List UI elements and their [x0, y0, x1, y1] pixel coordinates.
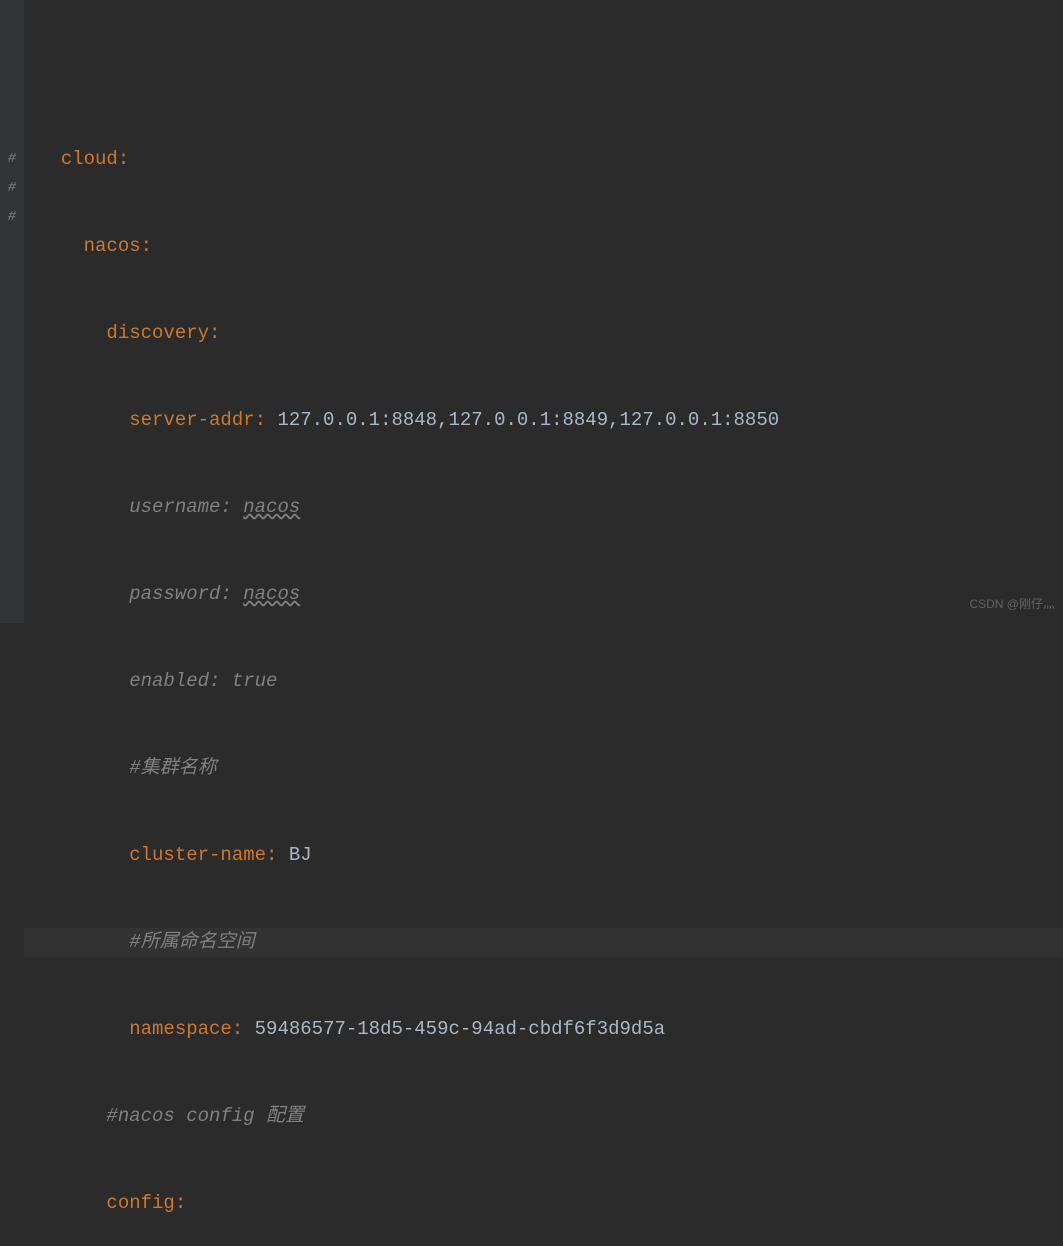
comment: #集群名称 — [129, 757, 216, 779]
yaml-key: server-addr — [129, 409, 254, 431]
code-line: config: — [24, 1189, 1063, 1218]
code-line: #集群名称 — [24, 754, 1063, 783]
yaml-key: config — [106, 1192, 174, 1214]
yaml-key: cloud — [61, 148, 118, 170]
comment: #所属命名空间 — [129, 931, 254, 953]
yaml-key: namespace — [129, 1018, 232, 1040]
comment: password: nacos — [38, 583, 300, 605]
comment: #nacos config 配置 — [106, 1105, 304, 1127]
code-line: namespace: 59486577-18d5-459c-94ad-cbdf6… — [24, 1015, 1063, 1044]
yaml-key: discovery — [106, 322, 209, 344]
code-line: #nacos config 配置 — [24, 1102, 1063, 1131]
yaml-value: BJ — [289, 844, 312, 866]
gutter-comment-mark: # — [0, 174, 24, 203]
gutter: # # # — [0, 0, 24, 623]
yaml-key: cluster-name — [129, 844, 266, 866]
watermark: CSDN @刚仔灬 — [969, 590, 1055, 619]
code-line: discovery: — [24, 319, 1063, 348]
code-line: cloud: — [24, 145, 1063, 174]
gutter-comment-mark: # — [0, 203, 24, 232]
code-line-highlighted: #所属命名空间 — [24, 928, 1063, 957]
comment: enabled: true — [38, 670, 277, 692]
comment: username: nacos — [38, 496, 300, 518]
code-line-commented: password: nacos — [24, 580, 1063, 609]
yaml-key: nacos — [84, 235, 141, 257]
code-line — [24, 58, 1063, 87]
code-editor[interactable]: cloud: nacos: discovery: server-addr: 12… — [24, 0, 1063, 1246]
yaml-value: 127.0.0.1:8848,127.0.0.1:8849,127.0.0.1:… — [277, 409, 779, 431]
code-line: nacos: — [24, 232, 1063, 261]
code-line: cluster-name: BJ — [24, 841, 1063, 870]
code-line-commented: username: nacos — [24, 493, 1063, 522]
code-line-commented: enabled: true — [24, 667, 1063, 696]
code-line: server-addr: 127.0.0.1:8848,127.0.0.1:88… — [24, 406, 1063, 435]
yaml-value: 59486577-18d5-459c-94ad-cbdf6f3d9d5a — [255, 1018, 665, 1040]
gutter-comment-mark: # — [0, 145, 24, 174]
